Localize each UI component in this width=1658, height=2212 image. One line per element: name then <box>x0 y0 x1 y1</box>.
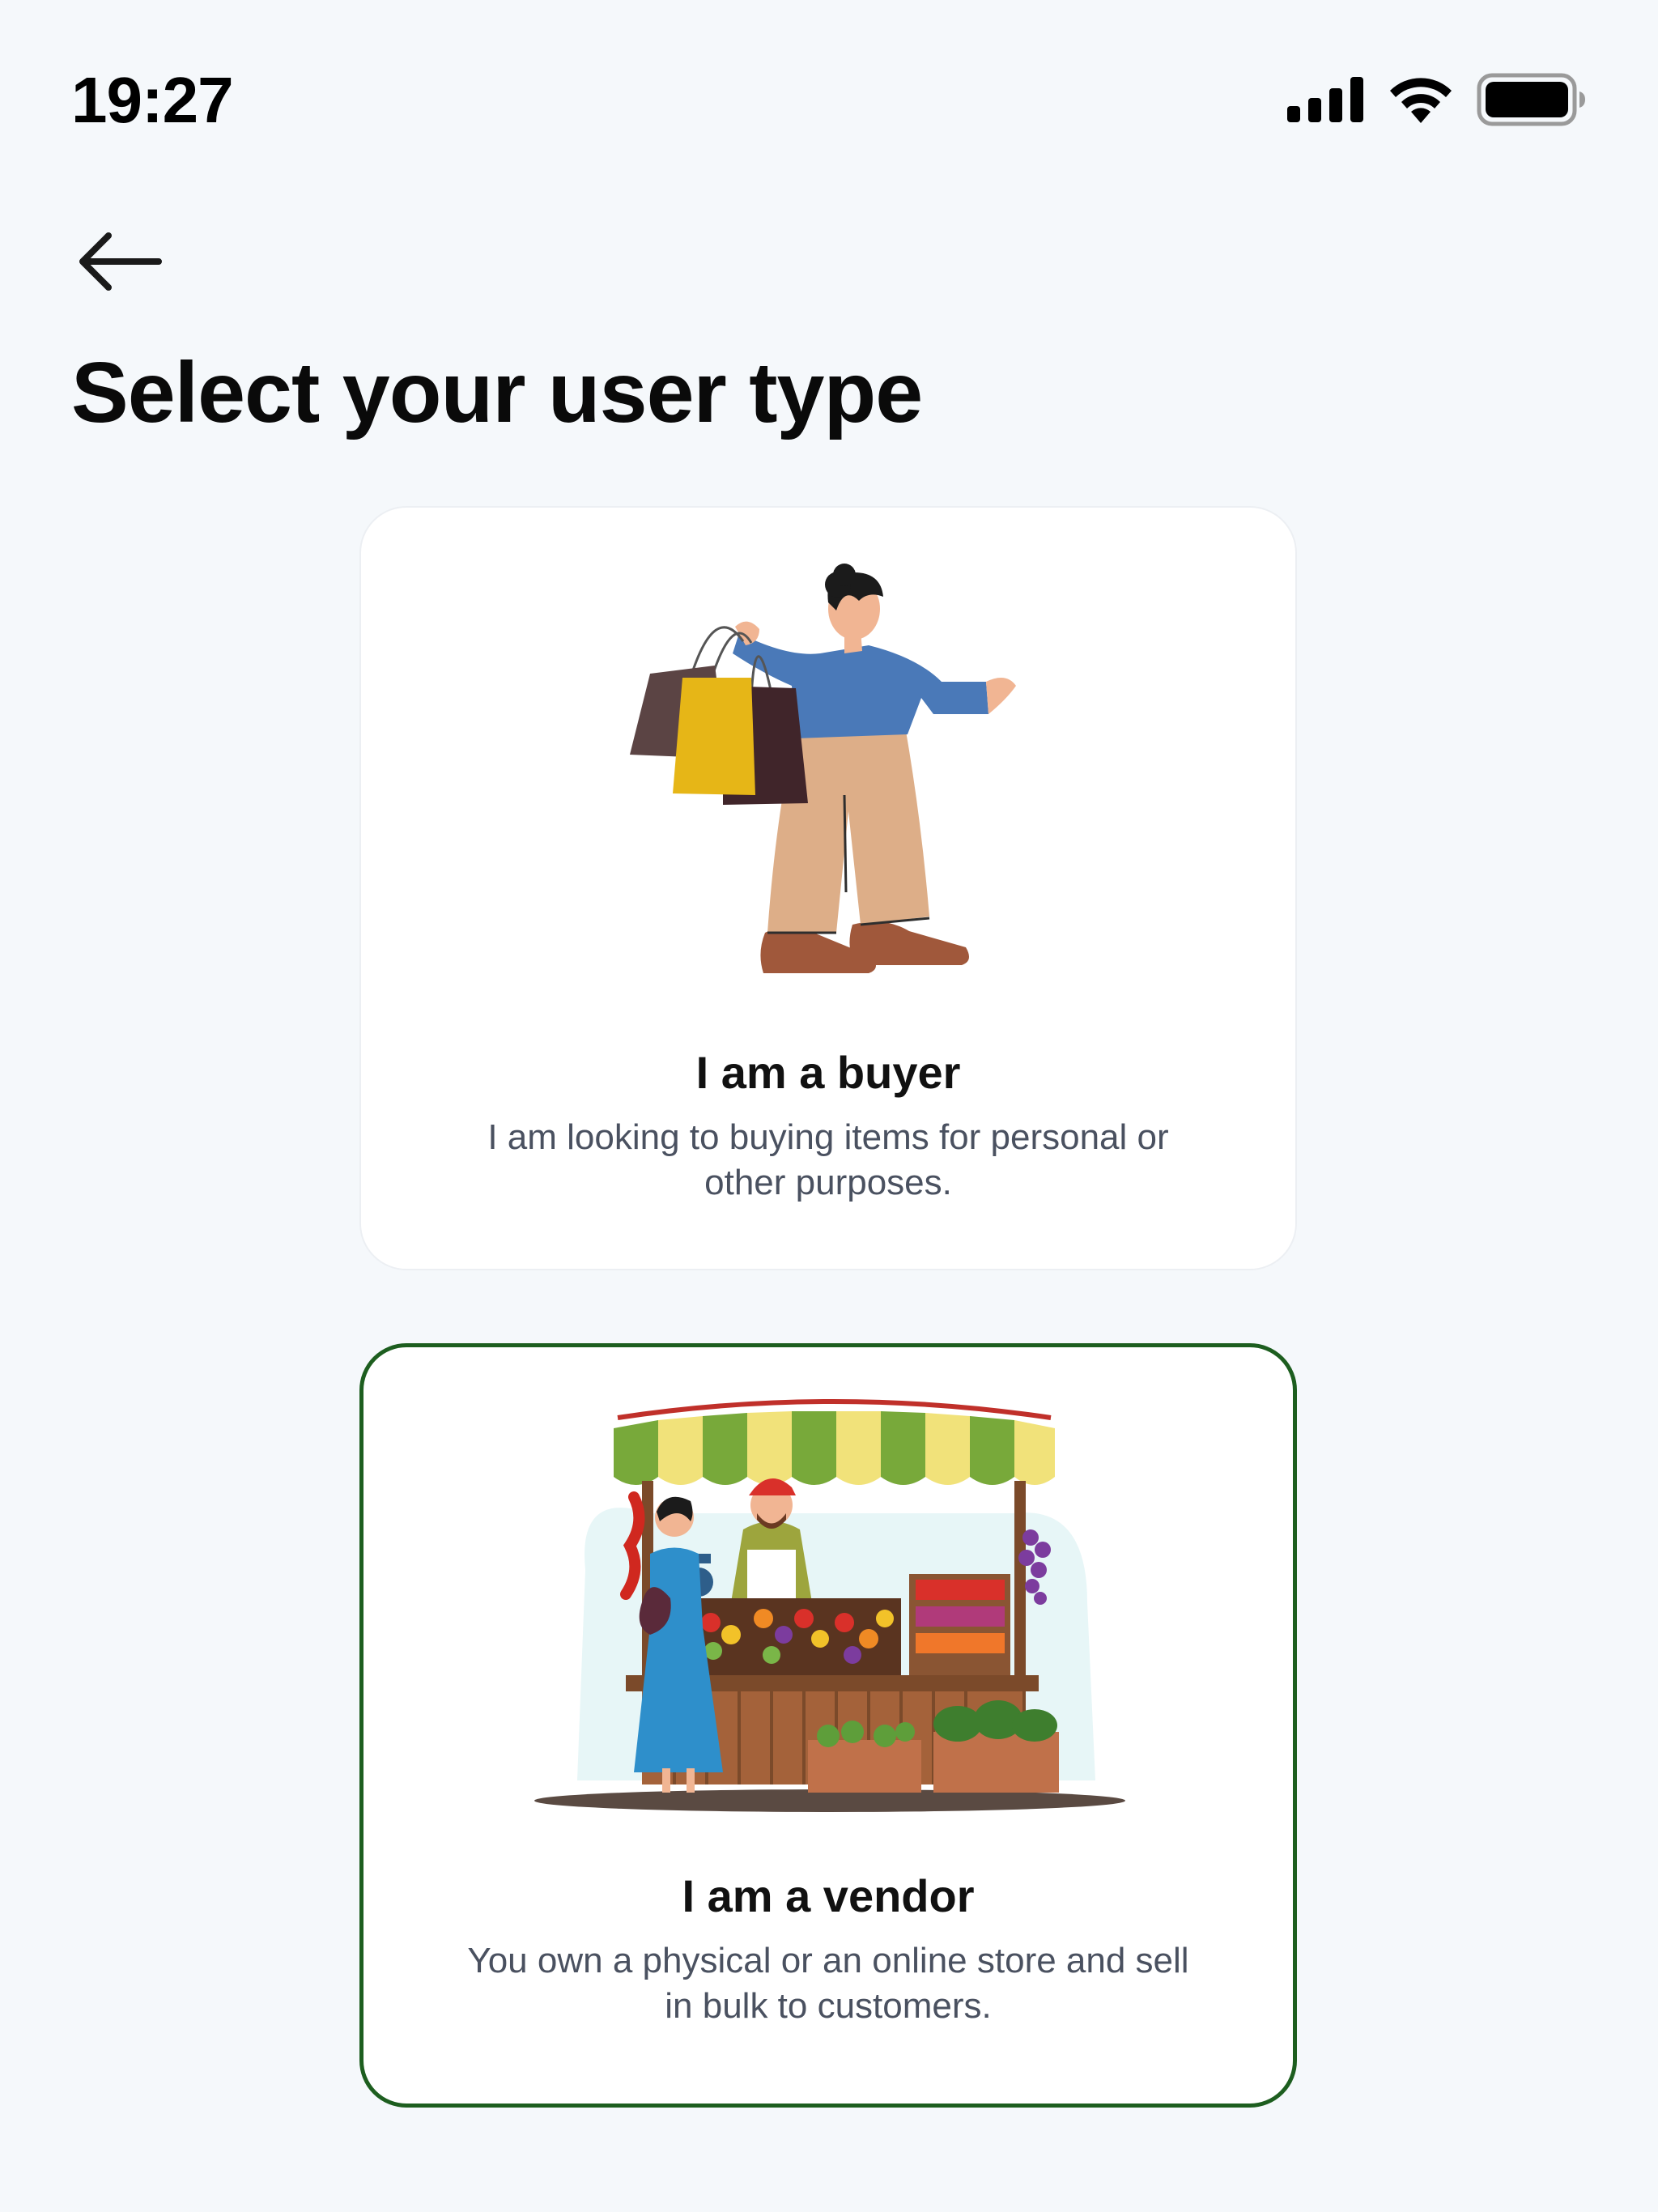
vendor-option-card[interactable]: I am a vendor You own a physical or an o… <box>359 1343 1297 2108</box>
vendor-option-title: I am a vendor <box>682 1870 975 1921</box>
back-button[interactable] <box>74 225 172 298</box>
shopper-illustration <box>630 564 1016 973</box>
vendor-option-description: You own a physical or an online store an… <box>467 1941 1189 2026</box>
wifi-icon <box>1390 78 1452 123</box>
market-stall-illustration <box>534 1399 1125 1812</box>
status-time: 19:27 <box>71 64 234 136</box>
battery-icon <box>1477 73 1585 126</box>
buyer-option-card[interactable]: I am a buyer I am looking to buying item… <box>359 506 1297 1270</box>
cellular-signal-icon <box>1287 77 1363 122</box>
page-title: Select your user type <box>71 345 923 440</box>
buyer-option-description: I am looking to buying items for persona… <box>487 1117 1169 1202</box>
status-icons <box>1287 73 1587 126</box>
arrow-left-icon <box>79 232 162 291</box>
user-type-screen: 19:27 Select your user type I am a buyer… <box>0 0 1658 2212</box>
buyer-option-title: I am a buyer <box>695 1047 961 1098</box>
